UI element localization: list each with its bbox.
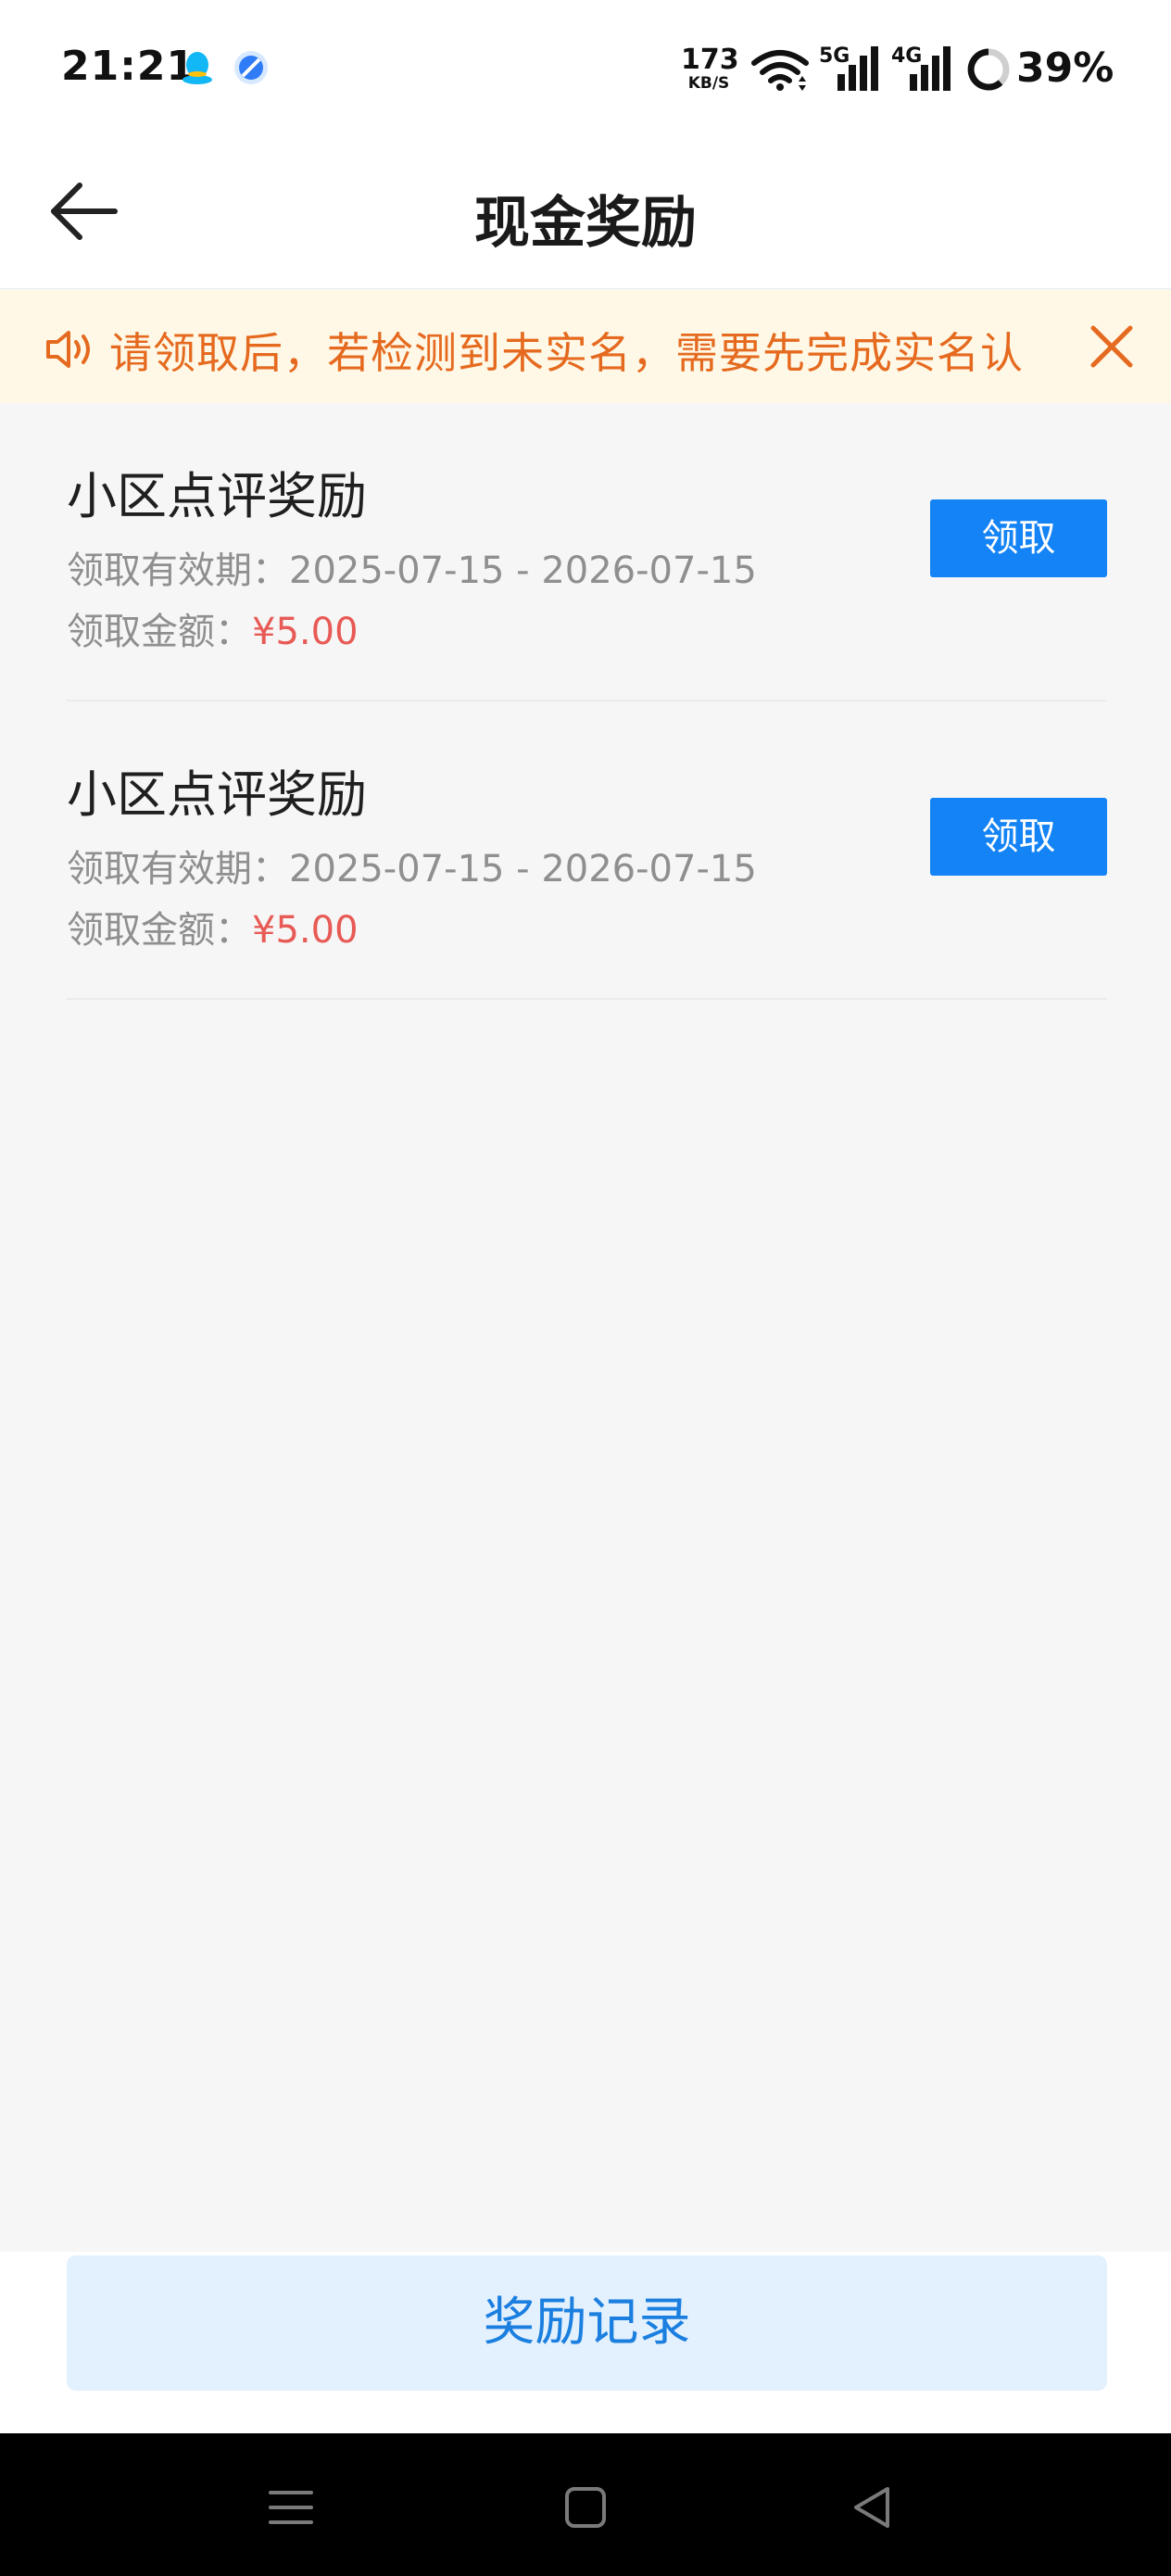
reward-records-button[interactable]: 奖励记录: [67, 2255, 1107, 2391]
header: 现金奖励: [0, 139, 1171, 289]
net-speed-unit: KB/S: [687, 74, 730, 93]
network-5g-label: 5G: [819, 44, 850, 68]
status-time: 21:21: [61, 43, 196, 90]
notice-bar: 请领取后，若检测到未实名，需要先完成实名认: [0, 290, 1171, 403]
network-4g-label: 4G: [891, 44, 923, 68]
home-icon[interactable]: [558, 2480, 613, 2535]
close-icon: [1090, 325, 1133, 368]
menu-icon[interactable]: [263, 2480, 319, 2535]
list-item: 小区点评奖励 领取有效期：2025-07-15 - 2026-07-15 领取金…: [67, 701, 1107, 1000]
browser-icon: [234, 51, 268, 84]
page: 21:21 173 KB/S 5G 4G 39% 现金奖励 请领取后，若检测到未…: [0, 0, 1171, 2576]
claim-button[interactable]: 领取: [930, 798, 1107, 876]
notice-marquee: 请领取后，若检测到未实名，需要先完成实名认: [109, 290, 1036, 403]
notice-close-button[interactable]: [1086, 321, 1138, 373]
wifi-icon: [751, 50, 809, 91]
validity-label: 领取有效期：: [67, 848, 289, 890]
notice-text: 请领取后，若检测到未实名，需要先完成实名认: [109, 328, 1024, 378]
reward-amount-row: 领取金额：¥5.00: [67, 601, 359, 655]
net-speed-value: 173: [681, 44, 739, 76]
page-title: 现金奖励: [474, 191, 697, 256]
claim-button[interactable]: 领取: [930, 499, 1107, 577]
validity-label: 领取有效期：: [67, 549, 289, 592]
reward-list: 小区点评奖励 领取有效期：2025-07-15 - 2026-07-15 领取金…: [0, 403, 1171, 1000]
validity-dates: 2025-07-15 - 2026-07-15: [289, 549, 757, 592]
reward-amount-row: 领取金额：¥5.00: [67, 900, 359, 953]
reward-validity: 领取有效期：2025-07-15 - 2026-07-15: [67, 540, 757, 594]
reward-validity: 领取有效期：2025-07-15 - 2026-07-15: [67, 839, 757, 892]
qq-icon: [183, 52, 212, 84]
battery-ring-icon: [967, 48, 1010, 91]
battery-percent: 39%: [1016, 44, 1114, 92]
reward-amount: ¥5.00: [252, 909, 359, 952]
bottom-area: 奖励记录: [0, 2252, 1171, 2433]
reward-title: 小区点评奖励: [67, 765, 367, 824]
back-triangle-icon[interactable]: [845, 2480, 900, 2535]
status-bar: 21:21 173 KB/S 5G 4G 39%: [0, 0, 1171, 139]
amount-label: 领取金额：: [67, 611, 252, 653]
list-item: 小区点评奖励 领取有效期：2025-07-15 - 2026-07-15 领取金…: [67, 403, 1107, 701]
net-speed: 173 KB/S: [681, 44, 739, 93]
reward-title: 小区点评奖励: [67, 467, 367, 525]
amount-label: 领取金额：: [67, 909, 252, 952]
reward-amount: ¥5.00: [252, 611, 359, 653]
speaker-icon: [46, 331, 90, 368]
validity-dates: 2025-07-15 - 2026-07-15: [289, 848, 757, 890]
system-nav-bar: [0, 2433, 1171, 2576]
